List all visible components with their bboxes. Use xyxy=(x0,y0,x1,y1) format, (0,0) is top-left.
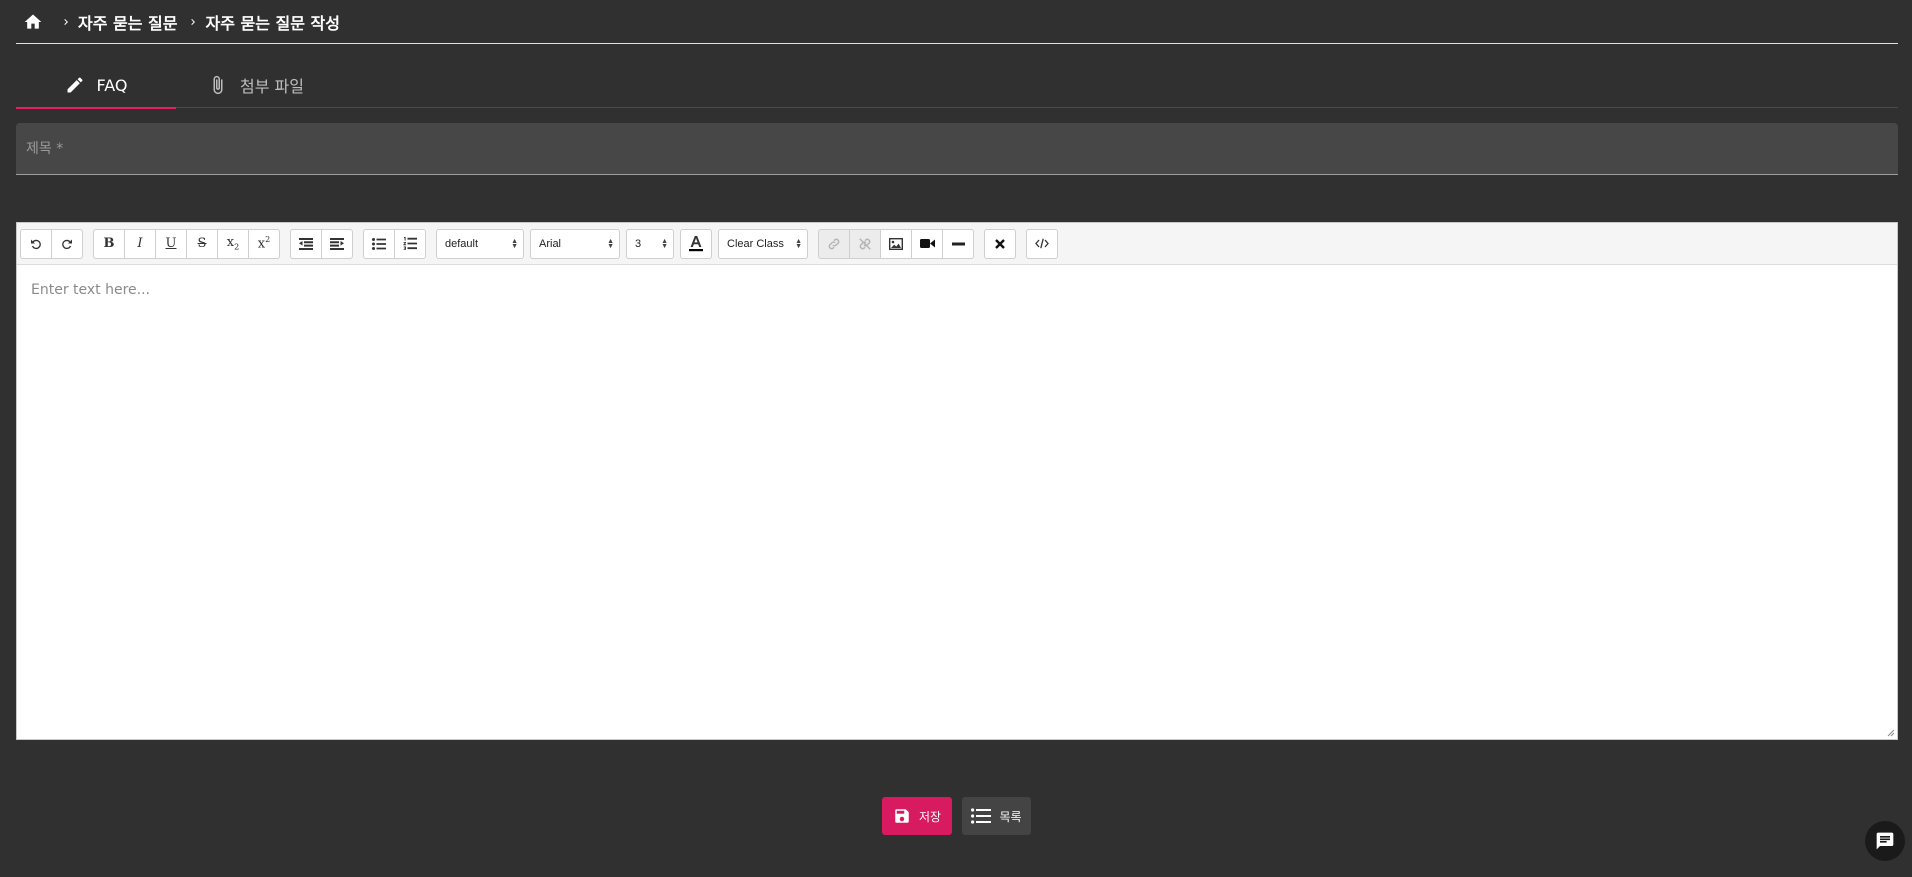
undo-icon xyxy=(31,239,41,249)
undo-button[interactable] xyxy=(20,228,52,259)
home-button[interactable] xyxy=(16,5,50,39)
list-button-label: 목록 xyxy=(999,809,1022,824)
rich-text-editor: B I U S x2 x2 default ▲ ▼ Arial ▲ ▼ 3 ▲ … xyxy=(16,222,1898,740)
subscript-icon: x2 xyxy=(226,235,240,252)
select-arrows-icon: ▲ ▼ xyxy=(511,237,518,250)
home-icon xyxy=(24,14,42,29)
breadcrumb: 자주 묻는 질문 자주 묻는 질문 작성 xyxy=(16,0,1898,44)
tab-faq[interactable]: FAQ xyxy=(16,62,176,109)
unlink-button[interactable] xyxy=(849,228,881,259)
subscript-button[interactable]: x2 xyxy=(217,228,249,259)
save-icon xyxy=(895,809,909,823)
font-select[interactable]: Arial ▲ ▼ xyxy=(530,228,620,259)
chevron-right-icon xyxy=(191,18,196,25)
numbered-list-button[interactable] xyxy=(394,228,426,259)
chat-icon xyxy=(1876,832,1894,850)
resize-handle-icon[interactable] xyxy=(1887,729,1895,737)
title-input[interactable] xyxy=(16,123,1898,174)
insert-video-button[interactable] xyxy=(911,228,943,259)
editor-placeholder: Enter text here... xyxy=(31,282,151,298)
editor-toolbar: B I U S x2 x2 default ▲ ▼ Arial ▲ ▼ 3 ▲ … xyxy=(17,223,1897,265)
strikethrough-icon: S xyxy=(197,236,207,251)
bullet-list-icon xyxy=(372,237,386,250)
underline-icon: U xyxy=(165,236,177,251)
video-icon xyxy=(919,239,935,248)
link-icon xyxy=(828,238,840,249)
close-icon xyxy=(995,238,1005,249)
tab-attachments[interactable]: 첨부 파일 xyxy=(176,62,336,108)
style-select-value: default xyxy=(445,237,479,250)
tab-label: FAQ xyxy=(96,75,128,95)
font-size-select-value: 3 xyxy=(635,237,642,250)
indent-button[interactable] xyxy=(321,228,353,259)
outdent-icon xyxy=(299,237,313,250)
editor-content[interactable]: Enter text here... xyxy=(17,270,1897,739)
select-arrows-icon: ▲ ▼ xyxy=(607,237,614,250)
bold-icon: B xyxy=(103,236,115,251)
text-color-icon xyxy=(689,235,703,251)
strikethrough-button[interactable]: S xyxy=(186,228,218,259)
horizontal-rule-icon xyxy=(951,242,965,245)
superscript-button[interactable]: x2 xyxy=(248,228,280,259)
image-icon xyxy=(889,237,903,250)
title-field[interactable] xyxy=(16,123,1898,175)
select-arrows-icon: ▲ ▼ xyxy=(661,237,668,250)
text-color-button[interactable] xyxy=(680,228,712,259)
link-button[interactable] xyxy=(818,228,850,259)
underline-button[interactable]: U xyxy=(155,228,187,259)
insert-image-button[interactable] xyxy=(880,228,912,259)
remove-format-button[interactable] xyxy=(984,228,1016,259)
tab-bar: FAQ 첨부 파일 xyxy=(16,62,1898,109)
save-button[interactable]: 저장 xyxy=(882,797,952,835)
bold-button[interactable]: B xyxy=(93,228,125,259)
select-arrows-icon: ▲ ▼ xyxy=(795,237,802,250)
breadcrumb-faq-create[interactable]: 자주 묻는 질문 작성 xyxy=(187,10,340,34)
chevron-right-icon xyxy=(64,18,68,25)
redo-icon xyxy=(62,239,72,249)
style-select[interactable]: default ▲ ▼ xyxy=(436,228,524,259)
horizontal-rule-button[interactable] xyxy=(942,228,974,259)
chat-button[interactable] xyxy=(1865,821,1905,861)
pencil-icon xyxy=(67,77,83,93)
code-icon xyxy=(1035,238,1049,249)
breadcrumb-label: 자주 묻는 질문 작성 xyxy=(205,13,340,33)
paperclip-icon xyxy=(213,75,223,95)
code-view-button[interactable] xyxy=(1026,228,1058,259)
list-button[interactable]: 목록 xyxy=(962,797,1031,835)
list-icon xyxy=(971,808,992,824)
class-select[interactable]: Clear Class ▲ ▼ xyxy=(718,228,808,259)
tab-label: 첨부 파일 xyxy=(240,77,304,96)
outdent-button[interactable] xyxy=(290,228,322,259)
font-size-select[interactable]: 3 ▲ ▼ xyxy=(626,228,674,259)
bullet-list-button[interactable] xyxy=(363,228,395,259)
form-actions: 저장 목록 xyxy=(882,797,1041,835)
italic-icon: I xyxy=(137,236,143,251)
numbered-list-icon xyxy=(403,237,417,250)
superscript-icon: x2 xyxy=(257,235,271,252)
breadcrumb-label: 자주 묻는 질문 xyxy=(78,13,178,33)
save-button-label: 저장 xyxy=(918,809,942,824)
breadcrumb-faq[interactable]: 자주 묻는 질문 xyxy=(60,10,177,34)
italic-button[interactable]: I xyxy=(124,228,156,259)
indent-icon xyxy=(330,237,344,250)
font-select-value: Arial xyxy=(539,237,562,250)
unlink-icon xyxy=(859,237,871,250)
class-select-value: Clear Class xyxy=(727,237,784,250)
redo-button[interactable] xyxy=(51,228,83,259)
